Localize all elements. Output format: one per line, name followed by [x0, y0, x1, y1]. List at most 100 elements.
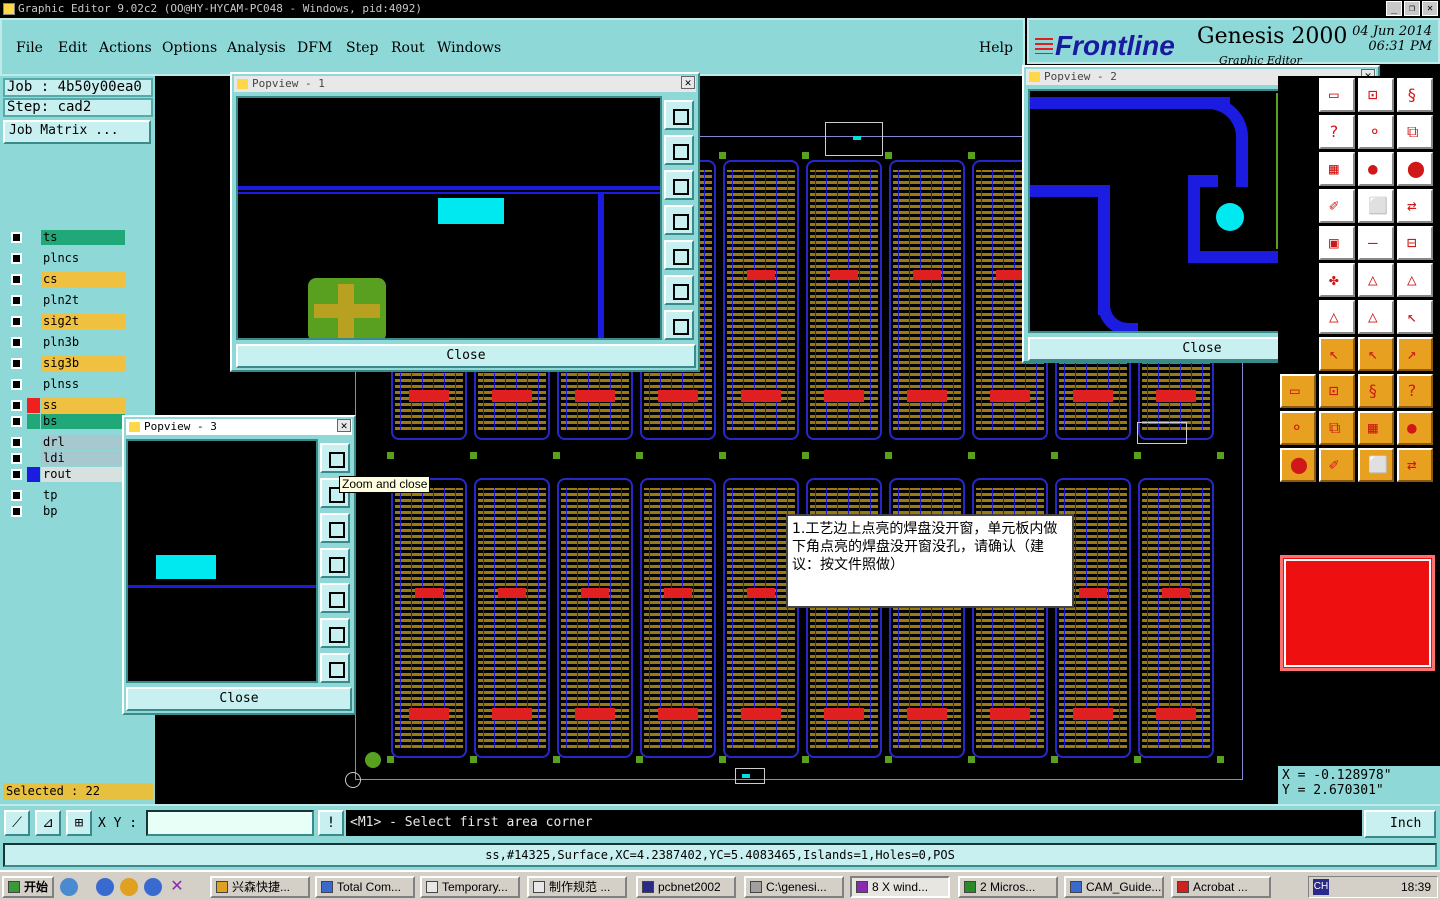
layer-checkbox[interactable] [11, 295, 22, 306]
editor-tool-button[interactable]: △ [1358, 263, 1394, 297]
taskbar-task[interactable]: Acrobat ... [1171, 876, 1271, 898]
layer-row[interactable]: bs [7, 414, 127, 429]
popview-3-close-button[interactable]: Close [126, 687, 352, 711]
editor-tool-button[interactable]: ▦ [1319, 152, 1355, 186]
editor-tool-button[interactable]: ✐ [1319, 448, 1355, 482]
editor-tool-button[interactable]: ↖ [1397, 300, 1433, 334]
editor-tool-button[interactable]: ⊡ [1358, 78, 1394, 112]
job-matrix-button[interactable]: Job Matrix ... [3, 120, 151, 144]
editor-tool-button[interactable]: ⊟ [1397, 226, 1433, 260]
layer-row[interactable]: ts [7, 230, 127, 245]
editor-tool-button[interactable]: ↖ [1319, 337, 1355, 371]
editor-tool-button[interactable]: ⬜ [1358, 189, 1394, 223]
layer-name[interactable]: rout [41, 467, 125, 482]
editor-tool-button[interactable]: ▭ [1319, 78, 1355, 112]
layer-checkbox[interactable] [11, 337, 22, 348]
layer-row[interactable]: bp [7, 504, 127, 519]
layer-name[interactable]: pln3b [41, 335, 125, 350]
layer-row[interactable]: ldi [7, 451, 127, 466]
layer-row[interactable]: drl [7, 435, 127, 450]
layer-row[interactable]: ss [7, 398, 127, 413]
layer-checkbox[interactable] [11, 379, 22, 390]
layer-row[interactable]: plncs [7, 251, 127, 266]
layer-checkbox[interactable] [11, 232, 22, 243]
editor-tool-button[interactable]: ⇄ [1397, 189, 1433, 223]
menu-windows[interactable]: Windows [437, 40, 501, 56]
menu-actions[interactable]: Actions [99, 40, 152, 56]
ie-icon[interactable] [96, 878, 114, 896]
layer-checkbox[interactable] [11, 358, 22, 369]
editor-tool-button[interactable]: △ [1358, 300, 1394, 334]
layer-name[interactable]: bp [41, 504, 125, 519]
popview-tool-button[interactable] [320, 548, 350, 578]
editor-tool-button[interactable]: ● [1397, 411, 1433, 445]
popview-tool-button[interactable] [664, 135, 694, 165]
popview-3-close-icon[interactable]: ✕ [337, 419, 351, 432]
popview-3-view[interactable] [126, 439, 318, 683]
menu-dfm[interactable]: DFM [297, 40, 332, 56]
editor-tool-button[interactable]: △ [1319, 300, 1355, 334]
layer-name[interactable]: bs [41, 414, 125, 429]
taskbar-task[interactable]: C:\genesi... [744, 876, 844, 898]
layer-name[interactable]: sig2t [41, 314, 125, 329]
layer-checkbox[interactable] [11, 506, 22, 517]
taskbar-task[interactable]: 兴森快捷... [210, 876, 310, 898]
layer-name[interactable]: pln2t [41, 293, 125, 308]
browser-icon[interactable] [144, 878, 162, 896]
popview-tool-button[interactable] [664, 100, 694, 130]
layer-name[interactable]: sig3b [41, 356, 125, 371]
alert-icon[interactable]: ! [318, 810, 344, 836]
popview-tool-button[interactable] [664, 205, 694, 235]
popview-tool-button[interactable] [320, 443, 350, 473]
editor-tool-button[interactable]: ✐ [1319, 189, 1355, 223]
menu-edit[interactable]: Edit [58, 40, 87, 56]
layer-name[interactable]: ts [41, 230, 125, 245]
popview-tool-button[interactable] [320, 653, 350, 683]
editor-tool-button[interactable]: § [1397, 78, 1433, 112]
layer-checkbox[interactable] [11, 274, 22, 285]
layer-row[interactable]: cs [7, 272, 127, 287]
editor-tool-button[interactable]: ⚬ [1358, 115, 1394, 149]
popview-tool-button[interactable] [664, 310, 694, 340]
editor-tool-button[interactable]: ▦ [1358, 411, 1394, 445]
popview-tool-button[interactable] [664, 275, 694, 305]
popview-1-view[interactable] [236, 96, 662, 340]
menu-help[interactable]: Help [979, 40, 1013, 56]
menu-rout[interactable]: Rout [391, 40, 425, 56]
clock-icon[interactable] [120, 878, 138, 896]
taskbar-task[interactable]: pcbnet2002 [636, 876, 736, 898]
layer-checkbox[interactable] [11, 316, 22, 327]
menu-analysis[interactable]: Analysis [227, 40, 286, 56]
layer-row[interactable]: sig3b [7, 356, 127, 371]
layer-name[interactable]: cs [41, 272, 125, 287]
editor-tool-button[interactable]: ⚬ [1280, 411, 1316, 445]
taskbar-task[interactable]: 8 X wind... [850, 876, 950, 898]
layer-checkbox[interactable] [11, 490, 22, 501]
editor-tool-button[interactable]: — [1358, 226, 1394, 260]
minimize-button[interactable]: _ [1386, 1, 1402, 16]
layer-row[interactable]: pln2t [7, 293, 127, 308]
snap-icon[interactable]: ⟋ [4, 810, 30, 836]
layer-row[interactable]: sig2t [7, 314, 127, 329]
editor-tool-button[interactable]: ▣ [1319, 226, 1355, 260]
popview-tool-button[interactable] [664, 240, 694, 270]
layer-checkbox[interactable] [11, 400, 22, 411]
editor-tool-button[interactable]: △ [1397, 263, 1433, 297]
units-button[interactable]: Inch [1364, 810, 1436, 838]
menu-step[interactable]: Step [346, 40, 378, 56]
layer-name[interactable]: plncs [41, 251, 125, 266]
xy-input[interactable] [146, 810, 314, 836]
editor-tool-button[interactable]: ? [1397, 374, 1433, 408]
layer-checkbox[interactable] [11, 253, 22, 264]
editor-tool-button[interactable]: ⬤ [1397, 152, 1433, 186]
layer-name[interactable]: ldi [41, 451, 125, 466]
layer-row[interactable]: pln3b [7, 335, 127, 350]
taskbar-task[interactable]: Temporary... [420, 876, 520, 898]
layer-row[interactable]: tp [7, 488, 127, 503]
layer-name[interactable]: ss [41, 398, 125, 413]
layer-checkbox[interactable] [11, 437, 22, 448]
editor-tool-button[interactable]: ↖ [1358, 337, 1394, 371]
layer-checkbox[interactable] [11, 453, 22, 464]
layer-row[interactable]: plnss [7, 377, 127, 392]
layer-name[interactable]: plnss [41, 377, 125, 392]
